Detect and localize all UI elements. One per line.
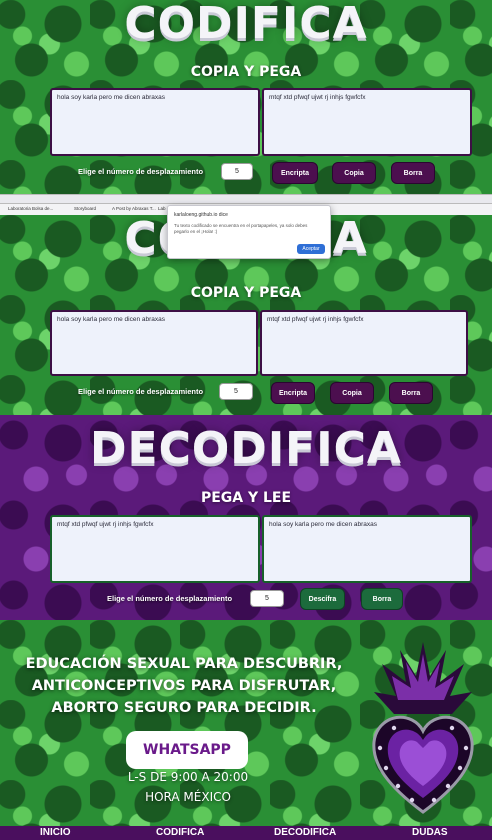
shift-input-2[interactable]: 5 — [219, 383, 253, 400]
encrypt-button-2[interactable]: Encripta — [271, 382, 315, 404]
decode-shift-input[interactable]: 5 — [250, 590, 284, 607]
copy-button-2[interactable]: Copia — [330, 382, 374, 404]
shift-label: Elige el número de desplazamiento — [78, 167, 204, 176]
promo-line-1: EDUCACIÓN SEXUAL PARA DESCUBRIR, — [25, 656, 343, 672]
sacred-heart-icon — [372, 642, 474, 814]
bookmark-item[interactable]: Laboratoria Bolsa de... — [8, 206, 53, 211]
decodifica-title: DECODIFICA — [90, 423, 402, 474]
shift-input[interactable]: 5 — [221, 163, 253, 180]
hours-text: L-S DE 9:00 A 20:00 — [127, 770, 249, 784]
decode-shift-label: Elige el número de desplazamiento — [107, 594, 233, 603]
codifica-subtitle: COPIA Y PEGA — [190, 64, 302, 80]
clear-button-2[interactable]: Borra — [389, 382, 433, 404]
plain-text-input-2[interactable]: hola soy karla pero me dicen abraxas — [50, 310, 258, 376]
decrypt-button[interactable]: Descifra — [300, 588, 345, 610]
browser-toolbar — [0, 194, 492, 204]
nav-item-codifica[interactable]: CODIFICA — [156, 826, 204, 840]
codifica-section: CODIFICA COPIA Y PEGA hola soy karla per… — [0, 0, 492, 194]
cipher-text-input[interactable]: mtqf xtd pfwqf ujwt rj inhjs fgwfcfx — [50, 515, 260, 583]
dialog-title: karlaloeng.github.io dice — [174, 212, 228, 218]
nav-item-decodifica[interactable]: DECODIFICA — [274, 826, 336, 840]
codifica-subtitle-2: COPIA Y PEGA — [190, 285, 302, 301]
plain-text-input[interactable]: hola soy karla pero me dicen abraxas — [50, 88, 260, 156]
copy-button[interactable]: Copia — [332, 162, 376, 184]
promo-line-3: ABORTO SEGURO PARA DECIDIR. — [51, 700, 317, 716]
decodifica-subtitle: PEGA Y LEE — [200, 490, 292, 506]
alert-dialog: karlaloeng.github.io dice Tu texto codif… — [167, 205, 331, 259]
cipher-text-output[interactable]: mtqf xtd pfwqf ujwt rj inhjs fgwfcfx — [262, 88, 472, 156]
nav-item-inicio[interactable]: INICIO — [40, 826, 71, 840]
shift-label-2: Elige el número de desplazamiento — [78, 387, 204, 396]
bookmark-item[interactable]: Lab — [158, 206, 166, 211]
plain-text-output[interactable]: hola soy karla pero me dicen abraxas — [262, 515, 472, 583]
encrypt-button[interactable]: Encripta — [272, 162, 318, 184]
clear-button[interactable]: Borra — [391, 162, 435, 184]
timezone-text: HORA MÉXICO — [145, 790, 231, 804]
bookmark-item[interactable]: Storyboard — [74, 206, 96, 211]
cipher-text-output-2[interactable]: mtqf xtd pfwqf ujwt rj inhjs fgwfcfx — [260, 310, 468, 376]
decode-clear-button[interactable]: Borra — [361, 588, 403, 610]
whatsapp-button[interactable]: WHATSAPP — [126, 731, 248, 769]
codifica-title: CODIFICA — [124, 0, 368, 49]
promo-section: EDUCACIÓN SEXUAL PARA DESCUBRIR, ANTICON… — [0, 620, 492, 826]
dialog-message: Tu texto codificado se encuentra en el p… — [174, 223, 308, 234]
decodifica-section: DECODIFICA PEGA Y LEE mtqf xtd pfwqf ujw… — [0, 415, 492, 620]
promo-line-2: ANTICONCEPTIVOS PARA DISFRUTAR, — [31, 678, 337, 694]
dialog-accept-button[interactable]: Aceptar — [297, 244, 325, 254]
nav-item-dudas[interactable]: DUDAS — [412, 826, 448, 840]
bookmark-item[interactable]: A Post by Abraxas T... — [112, 206, 156, 211]
footer-nav: INICIO CODIFICA DECODIFICA DUDAS — [0, 826, 492, 840]
